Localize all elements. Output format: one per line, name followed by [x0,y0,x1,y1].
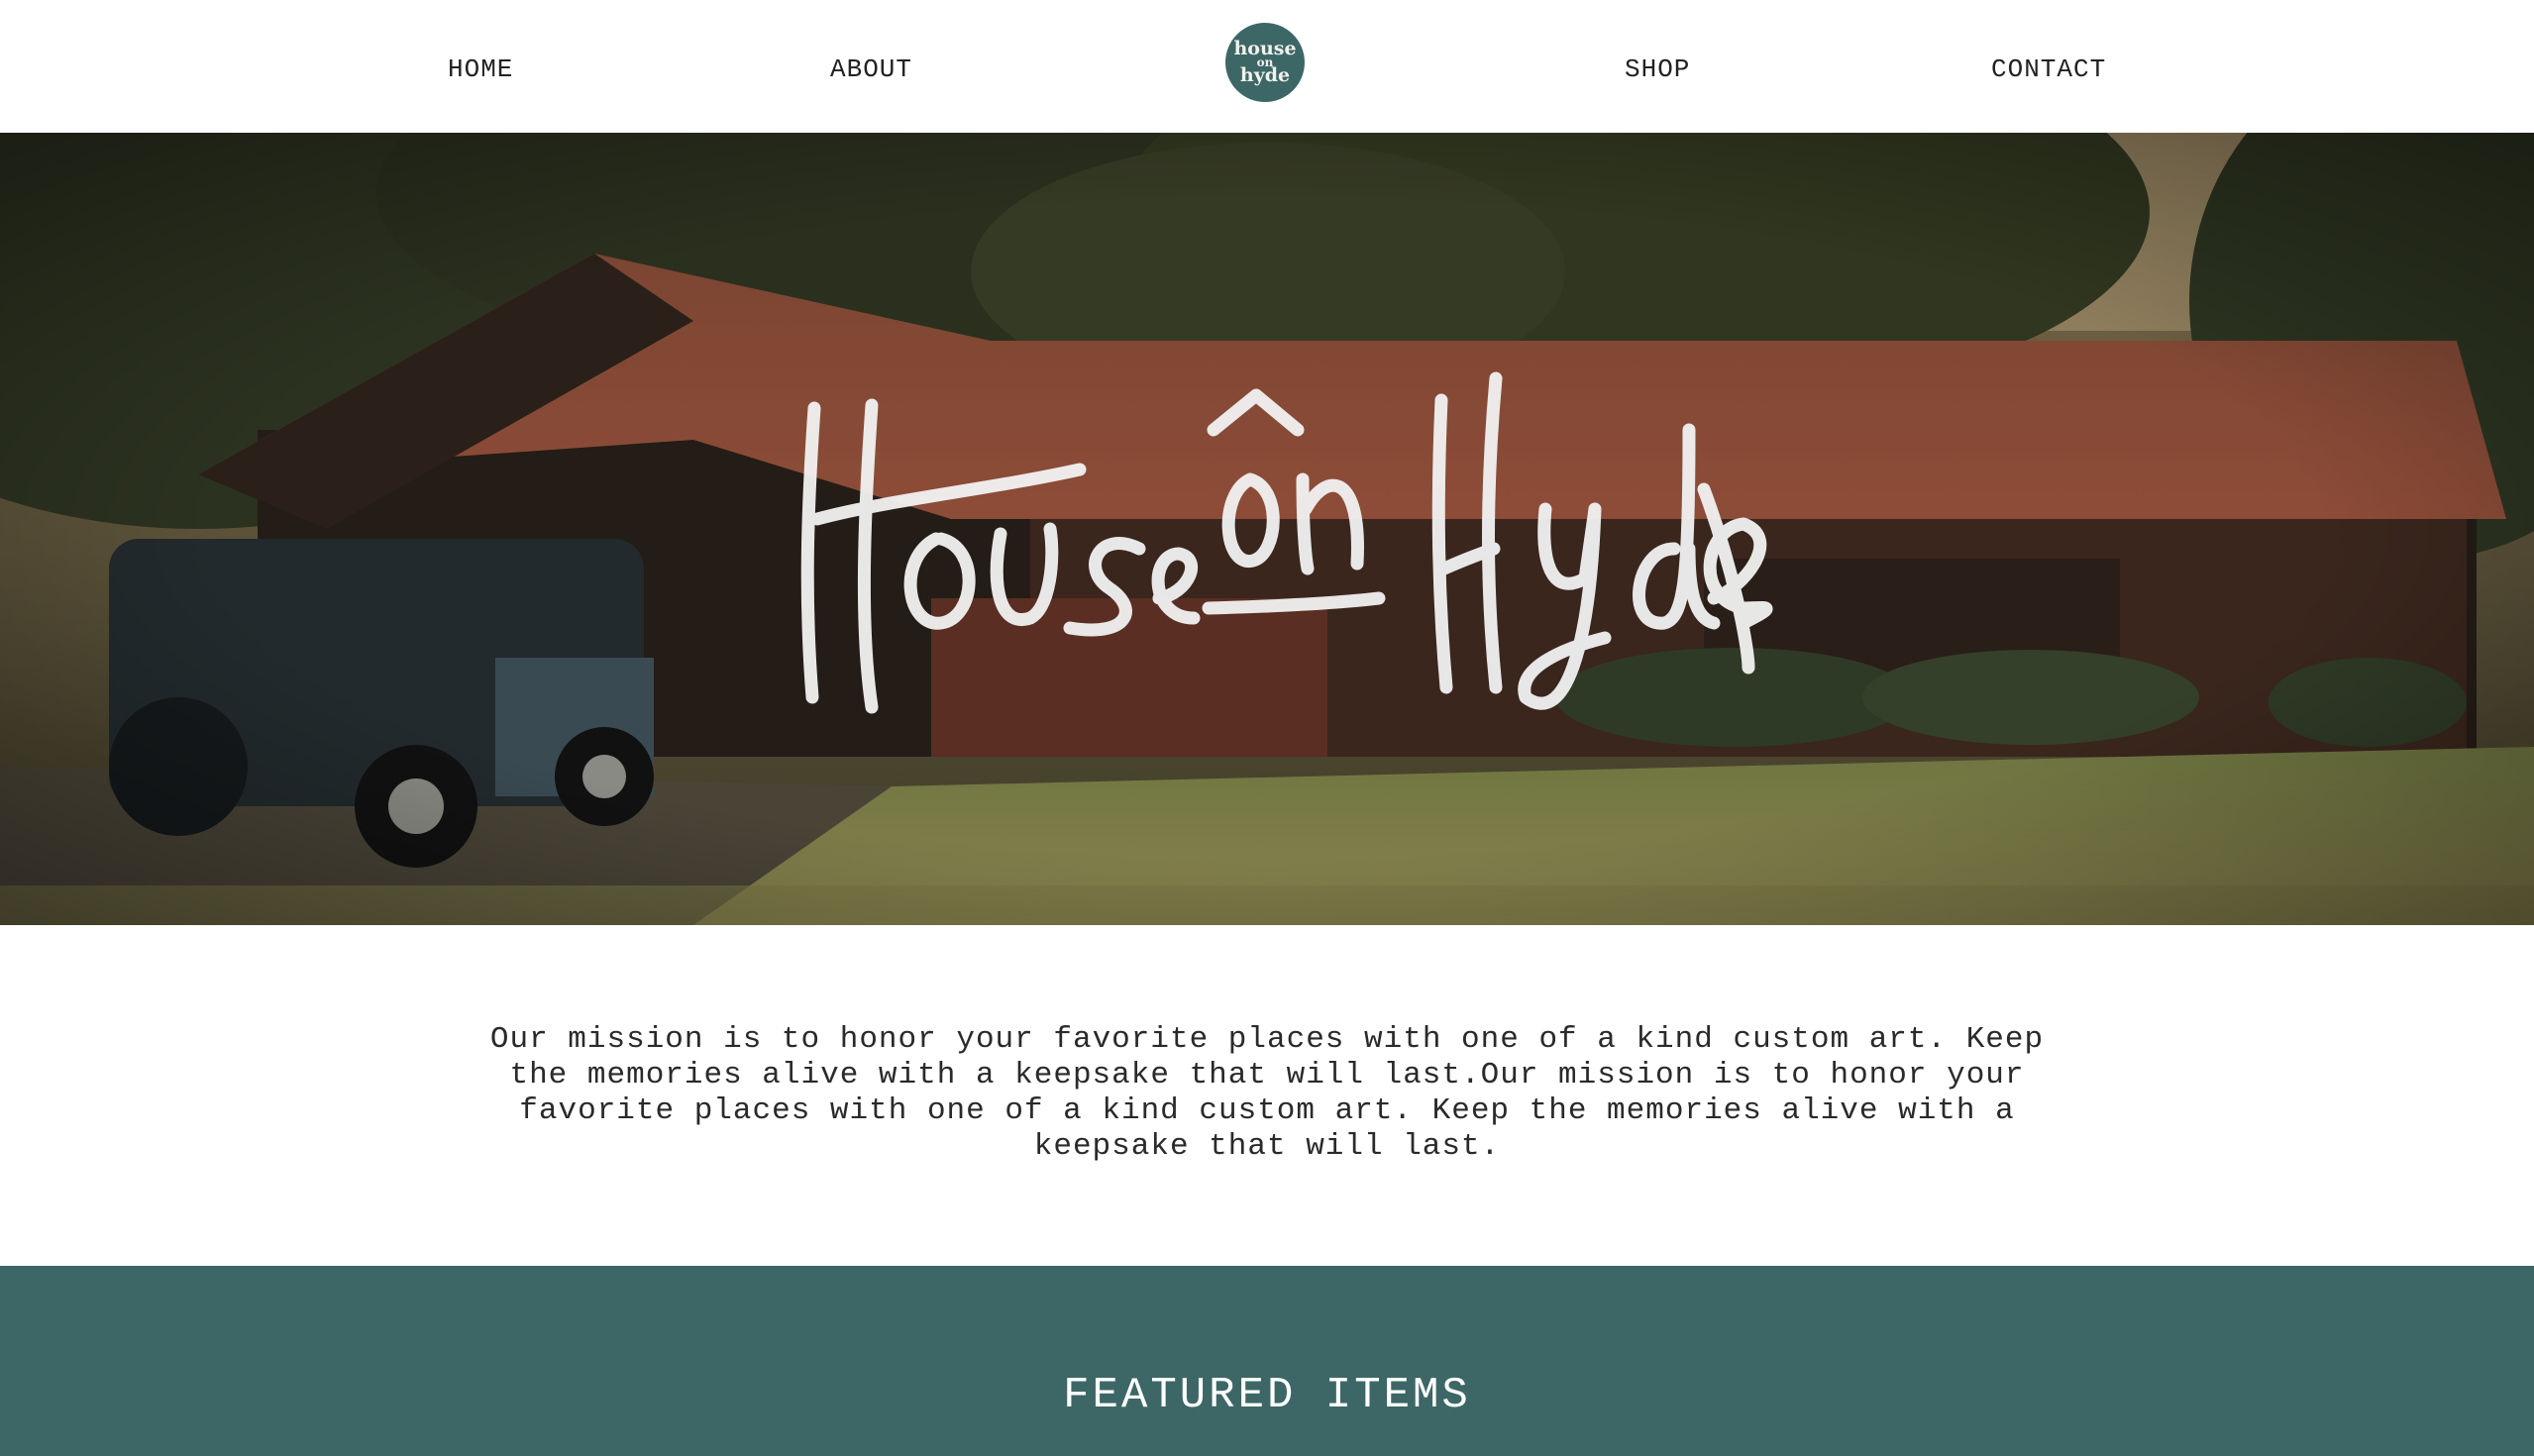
nav-about-link[interactable]: ABOUT [830,52,912,87]
logo-text-hyde: hyde [1239,64,1291,86]
hero-banner [0,133,2534,925]
nav-contact-link[interactable]: CONTACT [1991,52,2106,87]
top-navigation: HOME ABOUT house on hyde SHOP CONTACT [0,0,2534,133]
nav-home-link[interactable]: HOME [448,52,513,87]
featured-items-heading: FEATURED ITEMS [1063,1371,1471,1420]
featured-items-section: FEATURED ITEMS [0,1266,2534,1456]
nav-shop-link[interactable]: SHOP [1625,52,1690,87]
house-on-hyde-logo[interactable]: house on hyde [1225,23,1305,102]
mission-statement: Our mission is to honor your favorite pl… [489,1022,2045,1164]
house-on-hyde-script-title [800,371,1773,714]
